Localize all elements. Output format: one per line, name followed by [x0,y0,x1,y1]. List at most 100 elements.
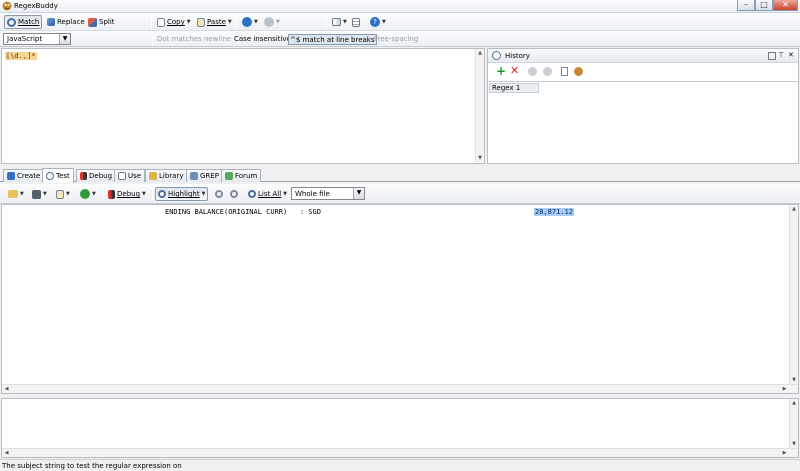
zoom-in-button[interactable] [213,187,225,201]
regex-vertical-scrollbar[interactable]: ▲ ▼ [475,49,484,163]
history-title: History [505,52,530,60]
grep-icon [190,172,198,180]
minimize-button[interactable]: – [737,0,755,11]
history-header: History ⊤ ✕ [488,49,798,63]
dot-matches-newline-toggle[interactable]: Dot matches newline [156,34,232,45]
tab-test[interactable]: Test [42,168,74,183]
subject-text-line: ENDING BALANCE(ORIGINAL CURR) : SGD [165,208,321,216]
history-item[interactable]: Regex 1 [489,83,539,93]
regexbuddy-icon[interactable] [574,67,583,76]
regex-text[interactable]: [\d.,]* [5,52,37,60]
match-label: Match [18,18,40,26]
close-button[interactable]: ✕ [773,0,798,11]
tab-forum[interactable]: Forum [221,169,262,182]
list-all-button[interactable]: List All ▼ [246,187,289,201]
magnifier-icon [7,17,16,27]
status-bar: The subject string to test the regular e… [0,459,800,471]
history-toolbar: + ✕ [488,64,798,80]
tab-create[interactable]: Create [3,169,45,182]
toolbar-separator [236,16,237,29]
test-subject-editor[interactable]: ENDING BALANCE(ORIGINAL CURR) : SGD 28,8… [1,204,799,394]
highlight-button[interactable]: Highlight ▼ [155,187,209,201]
paste-test-button[interactable]: ▼ [54,187,72,201]
copy-button[interactable]: Copy ▼ [155,15,193,29]
status-text: The subject string to test the regular e… [2,462,182,470]
free-spacing-toggle[interactable]: Free-spacing [373,34,419,45]
create-icon [7,172,15,180]
move-down-icon[interactable] [543,67,552,76]
paste-icon [197,17,205,27]
tab-use[interactable]: Use [114,169,146,182]
scroll-left-icon[interactable]: ◀ [2,385,11,393]
pin-icon[interactable]: ⊤ [778,51,784,59]
delete-icon[interactable]: ✕ [510,65,519,77]
chevron-down-icon: ▼ [59,34,70,44]
undo-icon [242,17,252,27]
match-button[interactable]: Match [4,15,43,29]
regex-editor[interactable]: [\d.,]* ▲ ▼ [1,48,485,164]
layout-button[interactable]: ▼ [330,15,349,29]
test-horizontal-scrollbar[interactable]: ◀ ▶ [2,384,798,393]
scroll-up-icon[interactable]: ▲ [790,205,798,214]
add-icon[interactable]: + [496,65,506,77]
undo-button[interactable]: ▼ [240,15,260,29]
go-button[interactable]: ▼ [78,187,98,201]
chevron-down-icon: ▼ [20,191,24,197]
forum-icon [225,172,233,180]
tab-library[interactable]: Library [145,169,188,182]
debug-button[interactable]: Debug ▼ [106,187,148,201]
chevron-down-icon: ▼ [66,191,70,197]
paste-button[interactable]: Paste ▼ [195,15,234,29]
scroll-up-icon[interactable]: ▲ [790,399,798,408]
paste-label: Paste [207,18,226,26]
close-pane-icon[interactable]: ✕ [788,51,794,59]
move-up-icon[interactable] [528,67,537,76]
new-document-icon[interactable] [561,67,568,76]
test-vertical-scrollbar[interactable]: ▲ ▼ [789,205,798,385]
main-toolbar: Match Replace Split Copy ▼ Paste ▼ ▼ ▼ ▼… [0,13,800,31]
toolbar-separator [103,187,104,200]
test-scope-select[interactable]: Whole file ▼ [291,187,365,200]
help-icon: ? [370,17,380,27]
open-file-button[interactable]: ▼ [6,187,26,201]
scroll-left-icon[interactable]: ◀ [2,449,11,457]
scroll-down-icon[interactable]: ▼ [476,154,484,163]
toolbar-separator [151,16,152,29]
split-button[interactable]: Split [86,15,117,29]
caret-dollar-line-breaks-toggle[interactable]: ^$ match at line breaks [288,34,377,45]
scroll-up-icon[interactable]: ▲ [476,49,484,58]
chevron-down-icon: ▼ [142,191,146,197]
maximize-button[interactable]: □ [755,0,773,11]
tab-label: Use [128,172,142,180]
case-insensitive-toggle[interactable]: Case insensitive [233,34,292,45]
redo-button[interactable]: ▼ [262,15,282,29]
results-vertical-scrollbar[interactable]: ▲ ▼ [789,399,798,449]
zoom-out-button[interactable] [228,187,240,201]
magnifier-icon [158,190,166,198]
results-horizontal-scrollbar[interactable]: ◀ ▶ [2,448,798,457]
test-results-panel: ▲ ▼ ◀ ▶ [1,398,799,458]
chevron-down-icon: ▼ [43,191,47,197]
regex-flavor-select[interactable]: JavaScript ▼ [3,33,71,45]
magnifier-icon [248,190,256,198]
toolbar-separator [152,187,153,200]
zoom-in-icon [215,190,223,198]
chevron-down-icon: ▼ [201,191,206,197]
save-button[interactable]: ▼ [30,187,49,201]
help-button[interactable]: ? ▼ [368,15,388,29]
chevron-down-icon: ▼ [92,191,96,197]
restore-pane-icon[interactable] [768,52,776,60]
copy-icon [157,17,165,27]
debug-label: Debug [117,190,141,198]
panels-button[interactable] [350,15,362,29]
toolbar-separator [326,16,327,29]
scroll-right-icon[interactable]: ▶ [780,449,789,457]
split-icon [88,17,97,27]
scroll-right-icon[interactable]: ▶ [780,385,789,393]
copy-label: Copy [167,18,185,26]
title-bar: RegexBuddy – □ ✕ [0,0,800,13]
tab-debug[interactable]: Debug [76,169,117,182]
replace-button[interactable]: Replace [45,15,87,29]
tab-grep[interactable]: GREP [186,169,223,182]
replace-icon [47,18,55,26]
